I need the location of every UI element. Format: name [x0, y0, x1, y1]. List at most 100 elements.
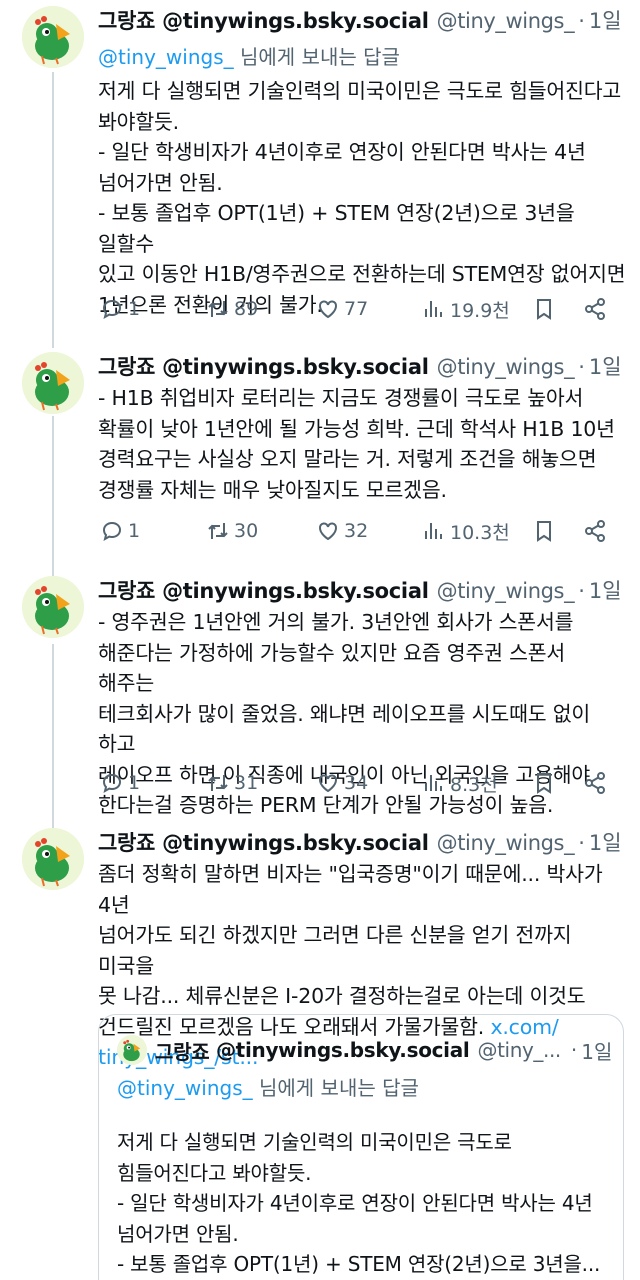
bookmark-icon [537, 299, 551, 320]
display-name[interactable]: 그랑죠 [98, 576, 155, 606]
timestamp[interactable]: 1일 [589, 828, 622, 858]
quote-bsky-handle: @tinywings.bsky.social [215, 1038, 470, 1062]
bird-avatar-icon [22, 352, 84, 414]
share-button[interactable] [583, 771, 607, 795]
retweet-button[interactable]: 31 [206, 771, 258, 795]
like-icon [319, 522, 337, 541]
retweet-count: 30 [234, 520, 259, 542]
reply-button[interactable]: 1 [100, 771, 140, 795]
bird-avatar-icon [117, 1035, 147, 1065]
reply-count: 1 [128, 520, 141, 542]
avatar[interactable] [22, 576, 84, 638]
bsky-handle[interactable]: @tinywings.bsky.social [155, 828, 429, 858]
user-handle[interactable]: @tiny_wings_ [437, 352, 575, 382]
display-name[interactable]: 그랑죠 [98, 352, 155, 382]
quote-header: 그랑죠 @tinywings.bsky.social @tiny_... · 1… [117, 1035, 612, 1065]
like-count: 32 [344, 520, 369, 542]
timestamp[interactable]: 1일 [589, 352, 622, 382]
view-count: 10.3천 [450, 521, 510, 544]
like-button[interactable]: 32 [316, 519, 368, 543]
tweet-header: 그랑죠 @tinywings.bsky.social @tiny_wings_ … [98, 6, 626, 36]
tweet-actions: 1 30 32 10.3천 [98, 516, 620, 546]
like-button[interactable]: 34 [316, 771, 368, 795]
tweet-actions: 1 89 77 19.9천 [98, 294, 620, 324]
user-handle[interactable]: @tiny_wings_ [437, 6, 575, 36]
like-count: 77 [344, 298, 369, 320]
views-icon [425, 523, 442, 539]
tweet-header: 그랑죠 @tinywings.bsky.social @tiny_wings_ … [98, 828, 626, 858]
tweet-header: 그랑죠 @tinywings.bsky.social @tiny_wings_ … [98, 576, 626, 606]
timestamp[interactable]: 1일 [589, 6, 622, 36]
share-icon [585, 520, 605, 542]
like-button[interactable]: 77 [316, 297, 368, 321]
user-handle[interactable]: @tiny_wings_ [437, 576, 575, 606]
separator-dot: · [570, 1038, 578, 1062]
reply-button[interactable]: 1 [100, 297, 140, 321]
avatar[interactable] [22, 352, 84, 414]
bookmark-button[interactable] [532, 297, 556, 321]
bird-avatar-icon [22, 828, 84, 890]
separator-dot: · [578, 831, 585, 855]
reply-icon [102, 521, 122, 542]
retweet-count: 89 [234, 298, 259, 320]
bookmark-button[interactable] [532, 519, 556, 543]
avatar[interactable] [22, 6, 84, 68]
like-count: 34 [344, 772, 369, 794]
separator-dot: · [578, 9, 585, 33]
reply-count: 1 [128, 772, 141, 794]
reply-suffix: 님에게 보내는 답글 [233, 45, 400, 69]
tweet-actions: 1 31 34 8.3천 [98, 768, 620, 798]
bookmark-icon [537, 521, 551, 542]
retweet-button[interactable]: 30 [206, 519, 258, 543]
view-count: 8.3천 [450, 773, 498, 796]
quote-text: 저게 다 실행되면 기술인력의 미국이민은 극도로 힘들어진다고 봐야할듯. -… [117, 1130, 601, 1276]
thread-line [52, 72, 54, 348]
retweet-icon [208, 523, 228, 539]
views-icon [425, 775, 442, 791]
quote-avatar[interactable] [117, 1035, 147, 1065]
share-button[interactable] [583, 297, 607, 321]
quoted-tweet[interactable]: 그랑죠 @tinywings.bsky.social @tiny_... · 1… [98, 1014, 624, 1280]
view-count: 19.9천 [450, 299, 510, 322]
reply-mention[interactable]: @tiny_wings_ [98, 45, 234, 69]
avatar[interactable] [22, 828, 84, 890]
reply-icon [102, 299, 122, 320]
quote-display-name: 그랑죠 [155, 1039, 210, 1064]
tweet-body: 좀더 정확히 말하면 비자는 "입국증명"이기 때문에... 박사가 4년 넘어… [98, 862, 603, 1039]
bookmark-icon [537, 773, 551, 794]
share-button[interactable] [583, 519, 607, 543]
like-icon [319, 774, 337, 793]
tweet-header: 그랑죠 @tinywings.bsky.social @tiny_wings_ … [98, 352, 626, 382]
like-icon [319, 300, 337, 319]
bird-avatar-icon [22, 576, 84, 638]
retweet-button[interactable]: 89 [206, 297, 258, 321]
views-button[interactable]: 19.9천 [422, 296, 510, 323]
retweet-icon [208, 775, 228, 791]
share-icon [585, 772, 605, 794]
views-button[interactable]: 10.3천 [422, 518, 510, 545]
reply-icon [102, 773, 122, 794]
bsky-handle[interactable]: @tinywings.bsky.social [155, 576, 429, 606]
bsky-handle[interactable]: @tinywings.bsky.social [155, 6, 429, 36]
quote-timestamp: 1일 [581, 1039, 613, 1064]
reply-button[interactable]: 1 [100, 519, 140, 543]
user-handle[interactable]: @tiny_wings_ [437, 828, 575, 858]
display-name[interactable]: 그랑죠 [98, 828, 155, 858]
thread-line [52, 644, 54, 828]
quote-reply-mention: @tiny_wings_ [117, 1076, 253, 1100]
display-name[interactable]: 그랑죠 [98, 6, 155, 36]
bird-avatar-icon [22, 6, 84, 68]
retweet-count: 31 [234, 772, 259, 794]
views-button[interactable]: 8.3천 [422, 770, 498, 797]
tweet-text: 저게 다 실행되면 기술인력의 미국이민은 극도로 힘들어진다고 봐야할듯. -… [98, 79, 626, 317]
timestamp[interactable]: 1일 [589, 576, 622, 606]
views-icon [425, 301, 442, 317]
bookmark-button[interactable] [532, 771, 556, 795]
retweet-icon [208, 301, 228, 317]
quote-reply-suffix: 님에게 보내는 답글 [252, 1076, 419, 1100]
separator-dot: · [578, 579, 585, 603]
quote-user-handle: @tiny_... [477, 1038, 562, 1062]
reply-count: 1 [128, 298, 141, 320]
thread-line [52, 416, 54, 576]
bsky-handle[interactable]: @tinywings.bsky.social [155, 352, 429, 382]
